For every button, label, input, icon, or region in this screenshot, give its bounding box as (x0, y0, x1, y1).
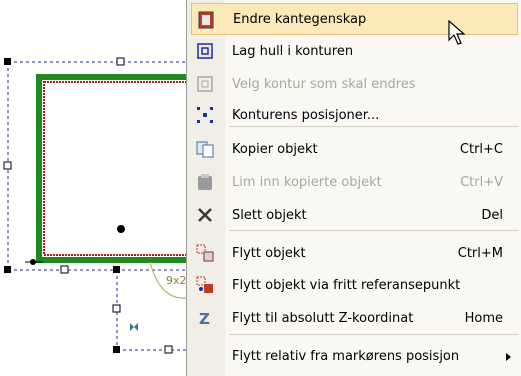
handle (113, 266, 120, 273)
handle (4, 58, 11, 65)
midpoint-handles (3, 57, 173, 354)
menu-item-label: Endre kantegenskap (233, 12, 367, 27)
hole-icon (195, 41, 215, 61)
menu-item-shortcut: Home (464, 311, 503, 326)
menu-item-move-z[interactable]: Z Flytt til absolutt Z-koordinat Home (191, 302, 518, 334)
submenu-arrow-icon (506, 353, 511, 361)
delete-icon (195, 205, 215, 225)
move-reference-icon (195, 275, 215, 295)
handle (116, 57, 125, 66)
menu-separator (229, 126, 519, 127)
menu-item-copy[interactable]: Kopier objekt Ctrl+C (191, 133, 518, 165)
positions-icon (195, 105, 215, 125)
menu-item-label: Konturens posisjoner... (232, 108, 380, 123)
handle (60, 265, 69, 274)
menu-item-shortcut: Ctrl+C (459, 142, 503, 157)
paste-icon (195, 172, 215, 192)
menu-item-label: Flytt relativ fra markørens posisjon (232, 349, 460, 364)
menu-item-move-reference[interactable]: Flytt objekt via fritt referansepunkt (191, 269, 518, 301)
menu-separator (229, 230, 519, 231)
svg-text:Z: Z (199, 310, 210, 328)
menu-item-label: Slett objekt (232, 208, 307, 223)
menu-separator (229, 334, 519, 335)
menu-item-label: Flytt til absolutt Z-koordinat (232, 311, 414, 326)
handle (164, 345, 173, 354)
mouse-cursor-icon (448, 20, 466, 45)
edge-properties-icon (196, 10, 216, 30)
menu-item-shortcut: Ctrl+M (457, 246, 503, 261)
move-relative-icon (195, 346, 215, 366)
menu-item-select-contour[interactable]: Velg kontur som skal endres (191, 68, 518, 100)
menu-item-label: Lag hull i konturen (232, 44, 354, 59)
handle (112, 304, 121, 313)
menu-item-label: Kopier objekt (232, 142, 318, 157)
handle (3, 161, 12, 170)
menu-item-shortcut: Ctrl+V (460, 175, 503, 190)
move-icon (195, 243, 215, 263)
dimension-label: 9x2 (166, 274, 187, 287)
handle (113, 346, 120, 353)
menu-item-move-relative[interactable]: Flytt relativ fra markørens posisjon (191, 340, 518, 372)
menu-item-move[interactable]: Flytt objekt Ctrl+M (191, 237, 518, 269)
menu-item-label: Flytt objekt (232, 246, 306, 261)
z-coordinate-icon: Z (195, 308, 215, 328)
teal-marker (130, 323, 138, 331)
menu-item-paste[interactable]: Lim inn kopierte objekt Ctrl+V (191, 166, 518, 198)
menu-item-shortcut: Del (481, 208, 503, 223)
menu-item-label: Lim inn kopierte objekt (232, 175, 382, 190)
selection-handles (4, 58, 120, 353)
copy-icon (195, 139, 215, 159)
menu-item-make-hole[interactable]: Lag hull i konturen (191, 35, 518, 67)
context-menu: Endre kantegenskap Lag hull i konturen Vel… (186, 0, 521, 376)
contour-outer (36, 74, 202, 263)
selection-outline (7, 61, 186, 351)
center-point (117, 225, 125, 233)
menu-item-edit-edge[interactable]: Endre kantegenskap (191, 3, 518, 35)
menu-item-label: Flytt objekt via fritt referansepunkt (232, 278, 461, 293)
menu-item-label: Velg kontur som skal endres (232, 77, 416, 92)
handle (4, 266, 11, 273)
select-contour-icon (195, 74, 215, 94)
menu-item-delete[interactable]: Slett objekt Del (191, 199, 518, 231)
